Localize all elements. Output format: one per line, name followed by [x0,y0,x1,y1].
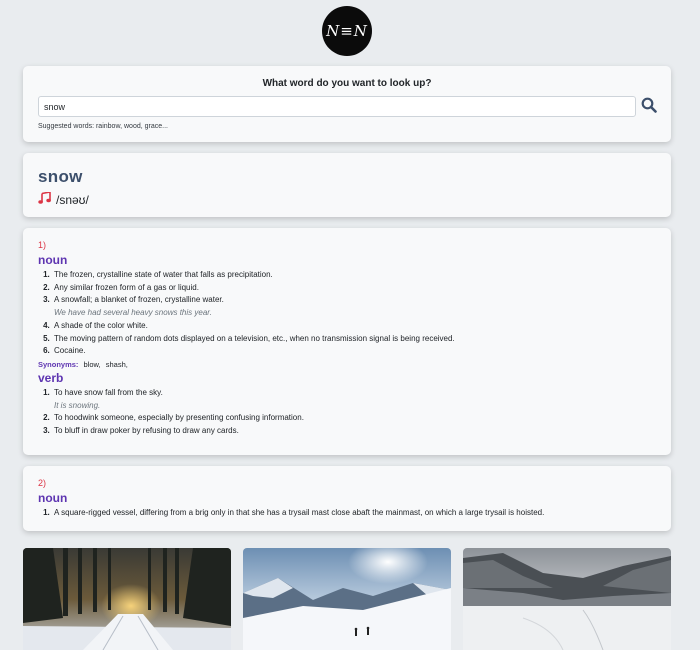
synonym-item[interactable]: shash, [106,360,128,369]
phonetic-text: /snəʊ/ [56,193,89,207]
definition-example: We have had several heavy snows this yea… [54,308,212,318]
part-of-speech: verb [38,370,64,385]
music-note-icon [38,191,51,204]
definition-item: The frozen, crystalline state of water t… [52,269,656,282]
search-card: What word do you want to look up? Sugges… [23,66,671,142]
audio-button[interactable] [38,191,51,209]
definition-item: A shade of the color white. [52,320,656,333]
search-button[interactable] [640,96,658,116]
definition-item: Any similar frozen form of a gas or liqu… [52,282,656,295]
search-title: What word do you want to look up? [262,78,432,89]
snowy-valley-forest-image[interactable] [463,548,671,650]
word-title: snow [38,167,83,186]
definition-item: To bluff in draw poker by refusing to dr… [52,425,656,438]
synonyms-row: Synonyms: blow, shash, [38,360,656,369]
definition-list: The frozen, crystalline state of water t… [52,269,656,358]
definition-item: The moving pattern of random dots displa… [52,333,656,346]
phonetic-row: /snəʊ/ [38,191,89,209]
meaning-number: 1) [38,240,47,250]
search-input[interactable] [38,96,636,117]
definition-list: A square-rigged vessel, differing from a… [52,507,656,520]
word-card: snow /snəʊ/ [23,153,671,217]
definition-list: To have snow fall from the sky. It is sn… [52,387,656,438]
definition-item: To hoodwink someone, especially by prese… [52,412,656,425]
definition-item: A snowfall; a blanket of frozen, crystal… [52,294,656,319]
part-of-speech: noun [38,491,68,505]
meaning-card-1: 1) noun The frozen, crystalline state of… [23,228,671,455]
logo[interactable]: N≡N [322,6,372,56]
definition-item: To have snow fall from the sky. It is sn… [52,387,656,412]
meaning-card-2: 2) noun A square-rigged vessel, differin… [23,466,671,531]
snowy-forest-road-image[interactable] [23,548,231,650]
logo-text: N≡N [326,22,368,40]
snowy-mountain-skiers-image[interactable] [243,548,451,650]
definition-item: A square-rigged vessel, differing from a… [52,507,656,520]
synonym-item[interactable]: blow, [84,360,101,369]
search-icon [641,97,657,113]
definition-item: Cocaine. [52,345,656,358]
suggested-words: Suggested words: rainbow, wood, grace... [38,123,168,130]
part-of-speech: noun [38,253,68,267]
meaning-number: 2) [38,478,47,488]
definition-example: It is snowing. [54,400,101,410]
synonyms-label: Synonyms: [38,359,79,369]
